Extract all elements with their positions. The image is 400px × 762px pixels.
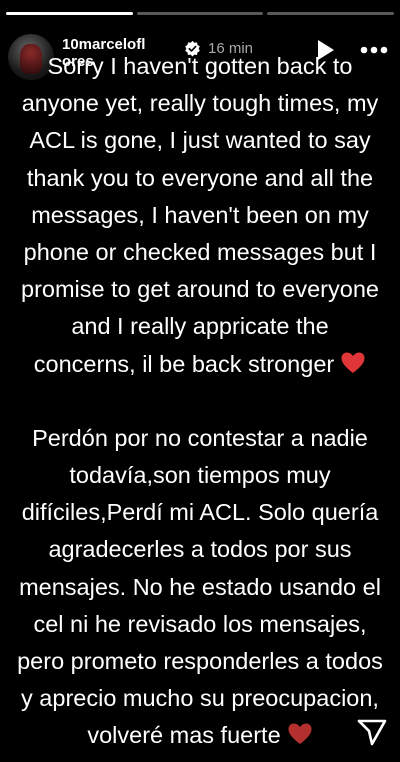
line-text: thank you to everyone and all the bbox=[26, 164, 374, 191]
line-text: and I really appricate the bbox=[71, 313, 329, 340]
story-text-line: pero prometo responderles a todos bbox=[4, 643, 396, 680]
line-text: ACL is gone, I just wanted to say bbox=[29, 127, 371, 154]
line-text: anyone yet, really tough times, my bbox=[21, 90, 379, 117]
progress-segment bbox=[267, 12, 395, 15]
line-text: volveré mas fuerte bbox=[87, 722, 281, 749]
story-text-line: thank you to everyone and all the bbox=[4, 160, 396, 197]
line-text: pero prometo responderles a todos bbox=[17, 648, 383, 675]
line-text: y aprecio mucho su preocupacion, bbox=[21, 685, 379, 712]
story-text-line: agradecerles a todos por sus bbox=[4, 531, 396, 568]
story-viewer: 10marcelofl ores 16 min Sorry I haven't … bbox=[0, 0, 400, 762]
story-text-line: promise to get around to everyone bbox=[4, 271, 396, 308]
story-text-line: difíciles,Perdí mi ACL. Solo quería bbox=[4, 494, 396, 531]
progress-segment bbox=[6, 12, 133, 15]
line-text: messages, I haven't been on my bbox=[31, 201, 369, 228]
story-text-line: todavía,son tiempos muy bbox=[4, 457, 396, 494]
story-text: Sorry I haven't gotten back to anyone yet… bbox=[4, 48, 396, 755]
english-message: Sorry I haven't gotten back to anyone yet… bbox=[4, 48, 396, 383]
heart-emoji-icon bbox=[288, 723, 312, 745]
story-progress-bar bbox=[6, 12, 395, 15]
line-text: difíciles,Perdí mi ACL. Solo quería bbox=[21, 499, 379, 526]
line-text: mensajes. No he estado usando el bbox=[19, 573, 381, 600]
story-text-line: anyone yet, really tough times, my bbox=[4, 85, 396, 122]
story-text-line: ACL is gone, I just wanted to say bbox=[4, 122, 396, 159]
progress-segment bbox=[136, 12, 264, 15]
story-text-line: mensajes. No he estado usando el bbox=[4, 569, 396, 606]
line-text: todavía,son tiempos muy bbox=[69, 462, 331, 489]
line-text: concerns, il be back stronger bbox=[33, 350, 335, 377]
story-text-line: Sorry I haven't gotten back to bbox=[4, 48, 396, 85]
line-text: agradecerles a todos por sus bbox=[48, 536, 352, 563]
story-text-line: phone or checked messages but I bbox=[4, 234, 396, 271]
story-text-line: concerns, il be back stronger bbox=[4, 346, 396, 383]
line-text: Perdón por no contestar a nadie bbox=[32, 424, 368, 451]
story-text-line: Perdón por no contestar a nadie bbox=[4, 420, 396, 457]
spanish-message: Perdón por no contestar a nadie todavía,s… bbox=[4, 420, 396, 755]
story-text-line: messages, I haven't been on my bbox=[4, 197, 396, 234]
share-paper-plane-icon[interactable] bbox=[356, 716, 388, 748]
story-text-line: and I really appricate the bbox=[4, 308, 396, 345]
story-text-line: volveré mas fuerte bbox=[4, 717, 396, 754]
line-text: phone or checked messages but I bbox=[23, 239, 377, 266]
line-text: Sorry I haven't gotten back to bbox=[47, 53, 353, 79]
progress-segment-fill bbox=[6, 12, 133, 15]
line-text: cel ni he revisado los mensajes, bbox=[33, 610, 367, 637]
heart-emoji-icon bbox=[341, 352, 365, 373]
story-text-line: y aprecio mucho su preocupacion, bbox=[4, 680, 396, 717]
story-text-line: cel ni he revisado los mensajes, bbox=[4, 606, 396, 643]
line-text: promise to get around to everyone bbox=[21, 276, 379, 303]
